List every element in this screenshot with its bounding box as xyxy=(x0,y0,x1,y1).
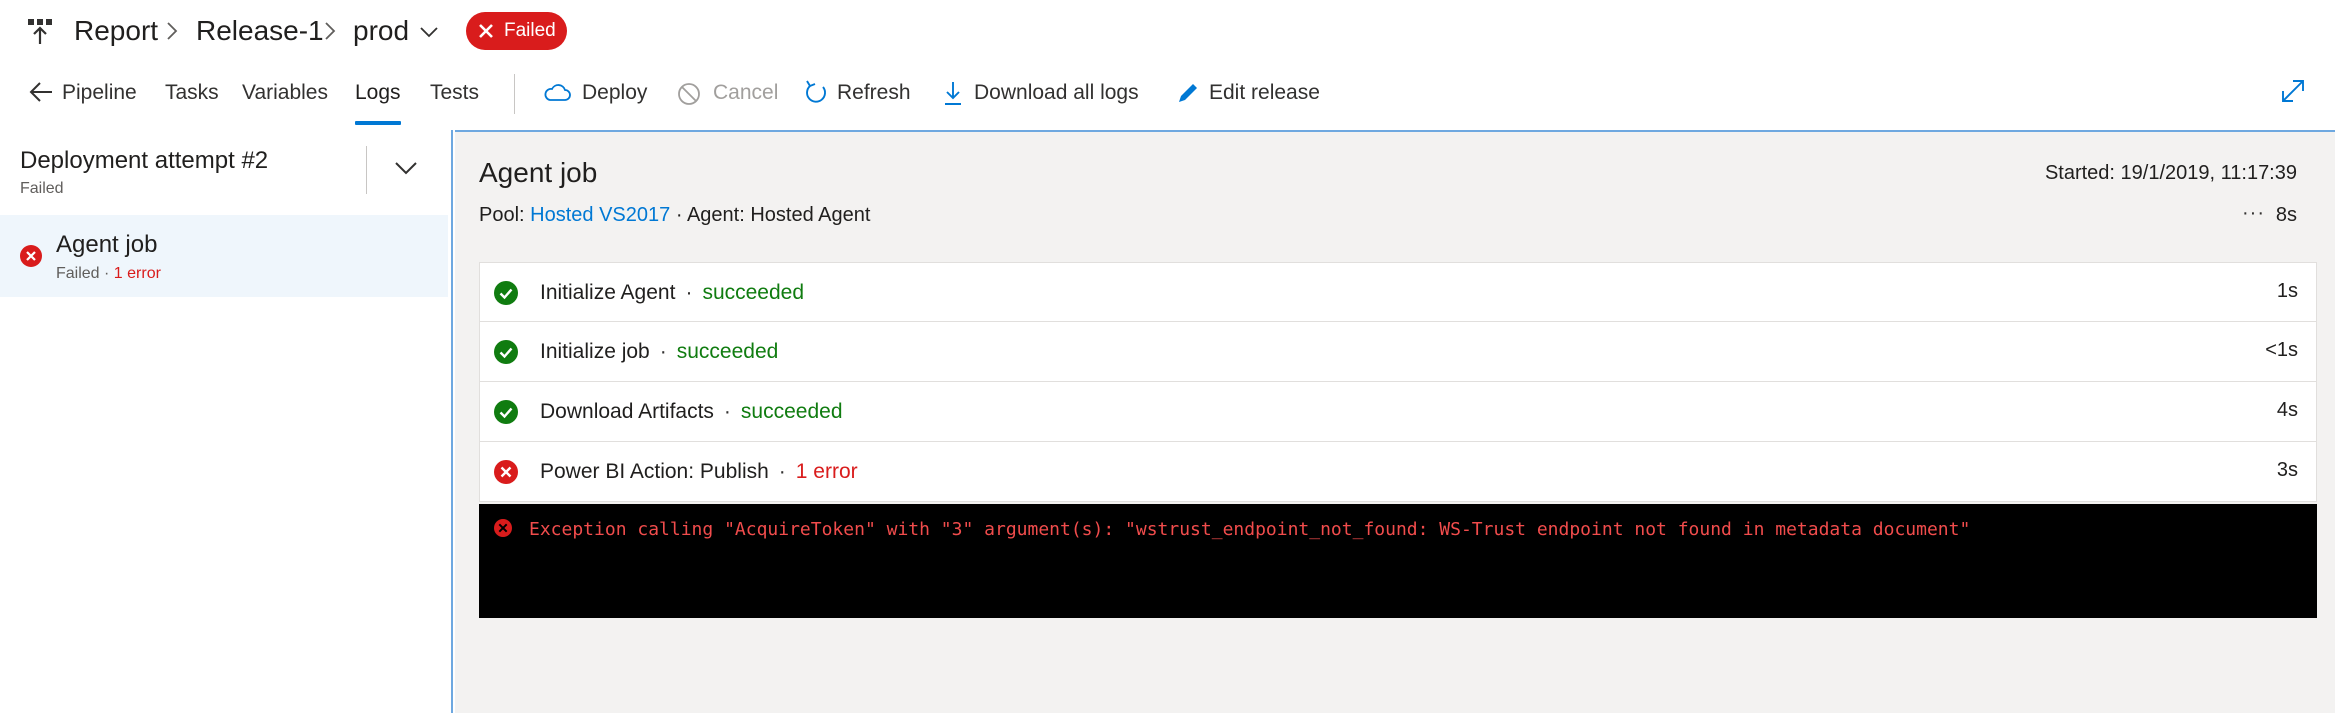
tab-tests[interactable]: Tests xyxy=(430,78,479,108)
job-name: Agent job xyxy=(56,231,158,258)
agent-label: · Agent: Hosted Agent xyxy=(675,204,871,226)
toolbar: Pipeline Tasks Variables Logs Tests Depl… xyxy=(0,66,2335,126)
step-name: Initialize Agent xyxy=(540,281,676,304)
pencil-icon xyxy=(1179,84,1197,102)
chevron-right-icon xyxy=(167,22,178,40)
pool-link[interactable]: Hosted VS2017 xyxy=(530,204,670,226)
success-check-icon xyxy=(494,340,518,364)
cloud-icon xyxy=(544,84,571,101)
job-status-label: Failed xyxy=(56,265,100,282)
cancel-button[interactable]: Cancel xyxy=(713,78,778,108)
cancel-icon xyxy=(678,83,700,105)
toolbar-divider xyxy=(514,74,515,114)
job-list-item[interactable]: Agent job Failed · 1 error xyxy=(0,215,448,297)
error-icon xyxy=(20,245,42,267)
tab-pipeline[interactable]: Pipeline xyxy=(62,78,137,108)
log-error-line: Exception calling "AcquireToken" with "3… xyxy=(529,519,1971,540)
pool-info: Pool: Hosted VS2017 · Agent: Hosted Agen… xyxy=(479,202,870,228)
expand-icon[interactable] xyxy=(2278,76,2308,106)
status-badge-label: Failed xyxy=(504,20,556,41)
refresh-button[interactable]: Refresh xyxy=(837,78,911,108)
step-row[interactable]: Initialize Agent · succeeded 1s xyxy=(479,262,2317,322)
tab-logs[interactable]: Logs xyxy=(355,78,401,108)
step-label: Initialize job · succeeded xyxy=(540,340,779,363)
chevron-right-icon xyxy=(325,22,336,40)
close-icon xyxy=(479,24,493,38)
step-duration: 3s xyxy=(2276,459,2298,481)
active-tab-indicator xyxy=(355,121,401,125)
job-status: Failed · 1 error xyxy=(56,265,161,283)
step-duration: <1s xyxy=(2265,339,2298,361)
step-label: Initialize Agent · succeeded xyxy=(540,281,805,304)
download-all-logs-button[interactable]: Download all logs xyxy=(974,78,1139,108)
error-icon xyxy=(494,460,518,484)
refresh-icon xyxy=(806,80,826,103)
edit-release-button[interactable]: Edit release xyxy=(1209,78,1320,108)
step-name: Initialize job xyxy=(540,340,650,363)
job-detail-panel: Agent job Pool: Hosted VS2017 · Agent: H… xyxy=(455,130,2335,713)
step-label: Download Artifacts · succeeded xyxy=(540,400,843,423)
step-name: Download Artifacts xyxy=(540,400,714,423)
step-list: Initialize Agent · succeeded 1s Initialize… xyxy=(479,262,2317,502)
step-name: Power BI Action: Publish xyxy=(540,460,769,483)
breadcrumb-report[interactable]: Report xyxy=(74,13,158,49)
step-row[interactable]: Download Artifacts · succeeded 4s xyxy=(479,382,2317,442)
started-timestamp: Started: 19/1/2019, 11:17:39 xyxy=(2044,162,2297,184)
step-label: Power BI Action: Publish · 1 error xyxy=(540,460,858,483)
step-status: succeeded xyxy=(740,400,843,423)
attempts-panel: Deployment attempt #2 Failed Agent job F… xyxy=(0,130,453,713)
step-status: succeeded xyxy=(676,340,779,363)
attempt-divider xyxy=(366,146,367,194)
success-check-icon xyxy=(494,400,518,424)
release-icon xyxy=(28,19,52,44)
log-output[interactable]: Exception calling "AcquireToken" with "3… xyxy=(479,504,2317,618)
job-title: Agent job xyxy=(479,157,598,188)
chevron-down-icon[interactable] xyxy=(393,158,419,178)
job-error-count: 1 error xyxy=(113,265,161,282)
success-check-icon xyxy=(494,281,518,305)
step-row[interactable]: Initialize job · succeeded <1s xyxy=(479,322,2317,382)
job-duration: 8s xyxy=(2275,204,2297,226)
attempt-title: Deployment attempt #2 xyxy=(20,147,269,174)
tab-tasks[interactable]: Tasks xyxy=(165,78,219,108)
job-status-separator: · xyxy=(99,265,114,282)
pool-label: Pool: xyxy=(479,204,525,226)
breadcrumb-release[interactable]: Release-1 xyxy=(196,13,324,49)
status-badge: Failed xyxy=(466,12,567,50)
back-arrow-icon[interactable] xyxy=(28,80,54,104)
tab-variables[interactable]: Variables xyxy=(242,78,328,108)
error-icon xyxy=(494,519,512,537)
step-status: succeeded xyxy=(702,281,805,304)
step-duration: 1s xyxy=(2276,280,2298,302)
chevron-down-icon[interactable] xyxy=(418,24,440,40)
step-duration: 4s xyxy=(2276,399,2298,421)
deploy-button[interactable]: Deploy xyxy=(582,78,647,108)
step-row[interactable]: Power BI Action: Publish · 1 error 3s xyxy=(479,442,2317,502)
breadcrumb-stage[interactable]: prod xyxy=(353,13,409,49)
release-header: Report Release-1 prod Failed xyxy=(0,0,2335,62)
attempt-status: Failed xyxy=(20,180,64,197)
more-options-icon[interactable]: ··· xyxy=(2242,202,2265,225)
download-icon xyxy=(945,82,961,105)
step-status: 1 error xyxy=(795,460,858,483)
